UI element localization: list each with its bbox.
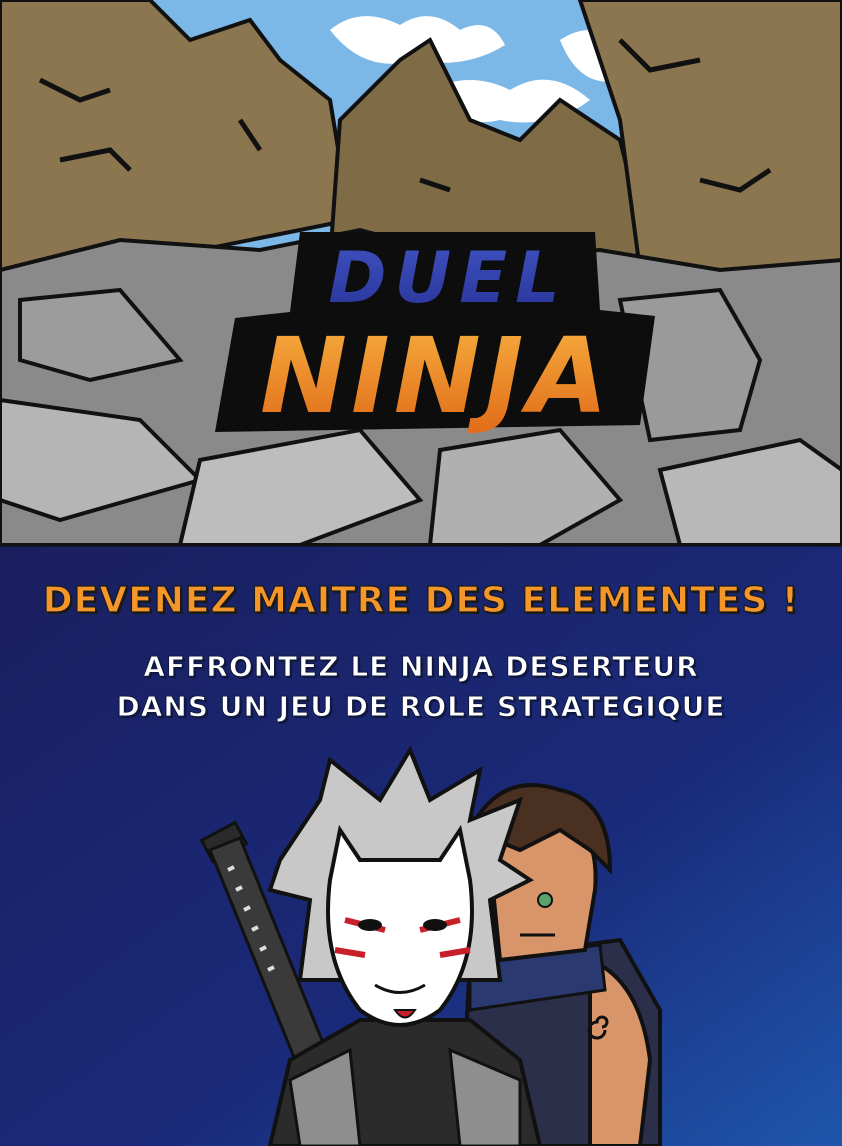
fox-mask-icon — [326, 824, 474, 1027]
promo-subline-2: DANS UN JEU DE ROLE STRATEGIQUE — [116, 690, 726, 724]
promo-headline: DEVENEZ MAITRE DES ELEMENTES ! — [42, 579, 800, 621]
logo-line-1: DUEL — [328, 237, 567, 319]
poster-artwork: DUEL NINJA — [0, 0, 842, 1146]
logo-line-2: NINJA — [260, 315, 612, 437]
promo-subline-1: AFFRONTEZ LE NINJA DESERTEUR — [143, 650, 699, 684]
